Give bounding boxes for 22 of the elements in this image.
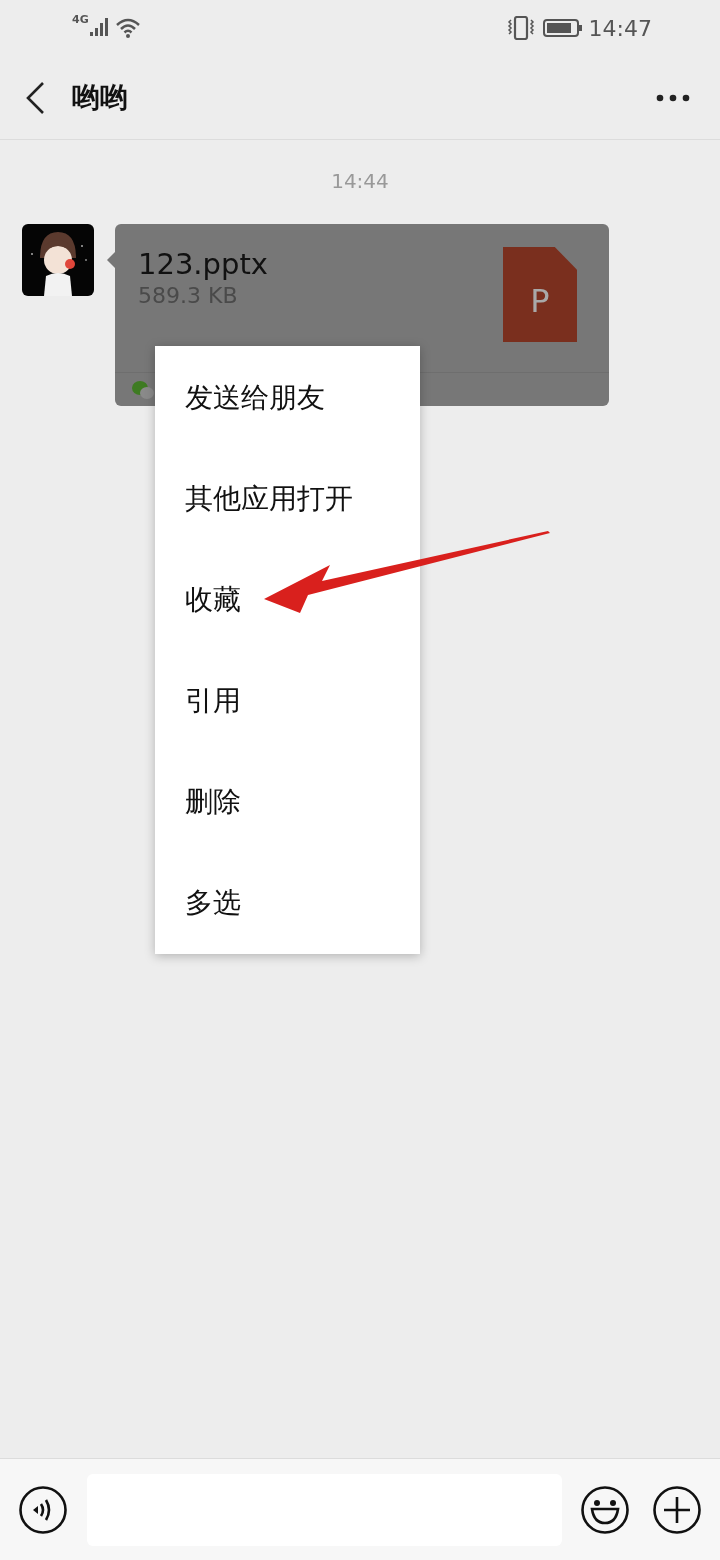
vibrate-icon xyxy=(506,16,535,40)
add-icon[interactable] xyxy=(652,1484,702,1535)
menu-item[interactable]: 收藏 xyxy=(155,549,420,650)
more-icon[interactable] xyxy=(656,92,690,103)
voice-input-icon[interactable] xyxy=(18,1484,68,1535)
file-name: 123.pptx xyxy=(138,246,269,282)
menu-item[interactable]: 发送给朋友 xyxy=(155,347,420,448)
chat-app-icon xyxy=(131,379,155,400)
message-timestamp: 14:44 xyxy=(331,169,389,193)
wifi-icon xyxy=(114,17,141,39)
file-type-letter: P xyxy=(530,280,550,322)
menu-item[interactable]: 引用 xyxy=(155,650,420,751)
back-icon[interactable] xyxy=(24,80,46,115)
menu-item[interactable]: 多选 xyxy=(155,852,420,953)
chat-title: 哟哟 xyxy=(72,79,128,116)
signal-icon xyxy=(88,17,111,37)
emoji-icon[interactable] xyxy=(580,1484,630,1535)
menu-item[interactable]: 其他应用打开 xyxy=(155,448,420,549)
clock-time: 14:47 xyxy=(588,14,652,43)
menu-item[interactable]: 删除 xyxy=(155,751,420,852)
battery-icon xyxy=(542,18,583,38)
network-type: 4G xyxy=(72,14,89,25)
